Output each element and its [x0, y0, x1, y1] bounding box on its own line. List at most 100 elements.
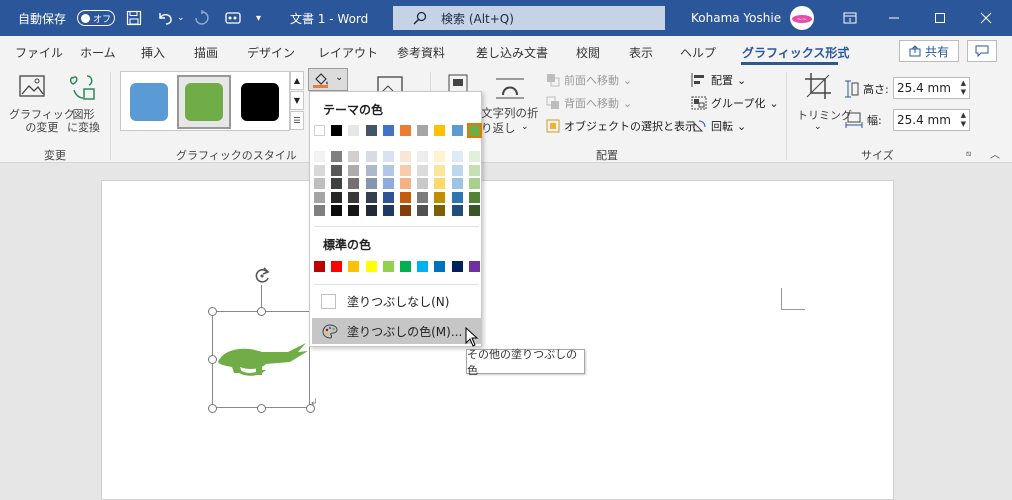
standard-color-swatch[interactable]: [417, 261, 429, 272]
theme-shade-swatch[interactable]: [365, 191, 377, 203]
standard-color-swatch[interactable]: [348, 261, 360, 272]
width-spinner-icon[interactable]: ▲ ▼: [961, 111, 966, 129]
touch-mode-icon[interactable]: [224, 0, 242, 36]
theme-shade-swatch[interactable]: [331, 164, 343, 176]
theme-shade-swatch[interactable]: [400, 178, 411, 189]
theme-shade-swatch[interactable]: [417, 205, 429, 216]
resize-handle[interactable]: [208, 307, 217, 316]
standard-color-swatch[interactable]: [400, 261, 411, 272]
tab-references[interactable]: 参考資料: [397, 44, 445, 61]
undo-dropdown-icon[interactable]: ⌄: [177, 0, 185, 36]
resize-handle[interactable]: [257, 307, 266, 316]
theme-shade-swatch[interactable]: [348, 205, 360, 216]
theme-shade-swatch[interactable]: [314, 205, 325, 216]
theme-shade-swatch[interactable]: [331, 178, 343, 189]
theme-shade-swatch[interactable]: [400, 151, 411, 162]
theme-shade-swatch[interactable]: [365, 205, 377, 216]
minimize-button[interactable]: [888, 0, 900, 36]
tab-help[interactable]: ヘルプ: [680, 44, 716, 61]
undo-icon[interactable]: [156, 0, 174, 36]
maximize-button[interactable]: [934, 0, 946, 36]
theme-color-swatch[interactable]: [365, 125, 377, 136]
share-button[interactable]: 共有: [899, 40, 959, 62]
theme-shade-swatch[interactable]: [365, 164, 377, 176]
resize-handle[interactable]: [208, 404, 217, 413]
theme-shade-swatch[interactable]: [314, 151, 325, 162]
theme-shade-swatch[interactable]: [400, 205, 411, 216]
convert-to-shape-icon[interactable]: [67, 72, 99, 105]
theme-color-swatch[interactable]: [314, 125, 325, 136]
theme-shade-swatch[interactable]: [434, 205, 446, 216]
standard-color-swatch[interactable]: [365, 261, 377, 272]
standard-color-swatch[interactable]: [434, 261, 446, 272]
crocodile-icon[interactable]: [216, 340, 308, 383]
theme-shade-swatch[interactable]: [348, 151, 360, 162]
theme-shade-swatch[interactable]: [331, 191, 343, 203]
tab-graphics-format[interactable]: グラフィックス形式: [742, 44, 849, 61]
theme-color-swatch[interactable]: [451, 125, 463, 136]
theme-shade-swatch[interactable]: [451, 164, 463, 176]
crop-icon[interactable]: [804, 72, 832, 103]
size-dialog-launcher-icon[interactable]: ⧅: [966, 149, 971, 159]
ribbon-display-options-icon[interactable]: [843, 0, 857, 36]
tab-mailings[interactable]: 差し込み文書: [476, 44, 548, 61]
theme-shade-swatch[interactable]: [468, 164, 480, 176]
theme-shade-swatch[interactable]: [382, 151, 394, 162]
tab-file[interactable]: ファイル: [15, 44, 63, 61]
theme-shade-swatch[interactable]: [348, 191, 360, 203]
style-swatch-black[interactable]: [241, 83, 279, 121]
autosave-toggle[interactable]: オフ: [77, 10, 115, 26]
gallery-up-icon[interactable]: ▲: [290, 71, 304, 90]
convert-to-shape-label[interactable]: 図形 に変換: [67, 108, 100, 134]
wrap-text-icon[interactable]: [494, 75, 526, 104]
height-input[interactable]: 25.4 mm ▲ ▼: [893, 77, 970, 99]
tab-view[interactable]: 表示: [629, 44, 653, 61]
theme-shade-swatch[interactable]: [434, 151, 446, 162]
theme-shade-swatch[interactable]: [468, 205, 480, 216]
align-button[interactable]: 配置 ⌄: [691, 72, 746, 88]
theme-shade-swatch[interactable]: [451, 205, 463, 216]
theme-color-swatch[interactable]: [466, 123, 482, 138]
theme-shade-swatch[interactable]: [434, 191, 446, 203]
no-fill-item[interactable]: 塗りつぶしなし(N): [312, 288, 481, 314]
theme-shade-swatch[interactable]: [365, 178, 377, 189]
standard-color-swatch[interactable]: [468, 261, 480, 272]
theme-shade-swatch[interactable]: [434, 164, 446, 176]
theme-shade-swatch[interactable]: [417, 191, 429, 203]
theme-shade-swatch[interactable]: [331, 151, 343, 162]
customize-qat-icon[interactable]: ▾: [256, 0, 261, 36]
close-button[interactable]: [980, 0, 992, 36]
theme-shade-swatch[interactable]: [365, 151, 377, 162]
theme-color-swatch[interactable]: [331, 125, 343, 136]
tab-layout[interactable]: レイアウト: [318, 44, 378, 61]
group-button[interactable]: グループ化 ⌄: [691, 95, 779, 111]
search-input[interactable]: 検索 (Alt+Q): [393, 6, 665, 30]
theme-shade-swatch[interactable]: [314, 191, 325, 203]
tab-insert[interactable]: 挿入: [141, 44, 165, 61]
theme-color-swatch[interactable]: [400, 125, 411, 136]
theme-shade-swatch[interactable]: [451, 151, 463, 162]
collapse-ribbon-icon[interactable]: ︿: [990, 146, 1000, 161]
theme-shade-swatch[interactable]: [468, 151, 480, 162]
theme-color-swatch[interactable]: [434, 125, 446, 136]
theme-shade-swatch[interactable]: [348, 164, 360, 176]
theme-shade-swatch[interactable]: [451, 178, 463, 189]
resize-handle[interactable]: [257, 404, 266, 413]
theme-shade-swatch[interactable]: [314, 164, 325, 176]
theme-shade-swatch[interactable]: [417, 164, 429, 176]
theme-shade-swatch[interactable]: [382, 191, 394, 203]
crop-label[interactable]: トリミング: [797, 107, 852, 123]
save-icon[interactable]: [126, 0, 142, 36]
comment-button[interactable]: [967, 40, 997, 62]
rotate-handle-icon[interactable]: [252, 266, 272, 289]
theme-shade-swatch[interactable]: [417, 151, 429, 162]
rotate-button[interactable]: 回転 ⌄: [691, 118, 746, 134]
theme-color-swatch[interactable]: [348, 125, 360, 136]
gallery-down-icon[interactable]: ▼: [290, 91, 304, 110]
standard-color-swatch[interactable]: [451, 261, 463, 272]
avatar[interactable]: ~~: [790, 6, 814, 30]
theme-color-swatch[interactable]: [417, 125, 429, 136]
theme-shade-swatch[interactable]: [434, 178, 446, 189]
theme-shade-swatch[interactable]: [400, 164, 411, 176]
theme-shade-swatch[interactable]: [382, 164, 394, 176]
